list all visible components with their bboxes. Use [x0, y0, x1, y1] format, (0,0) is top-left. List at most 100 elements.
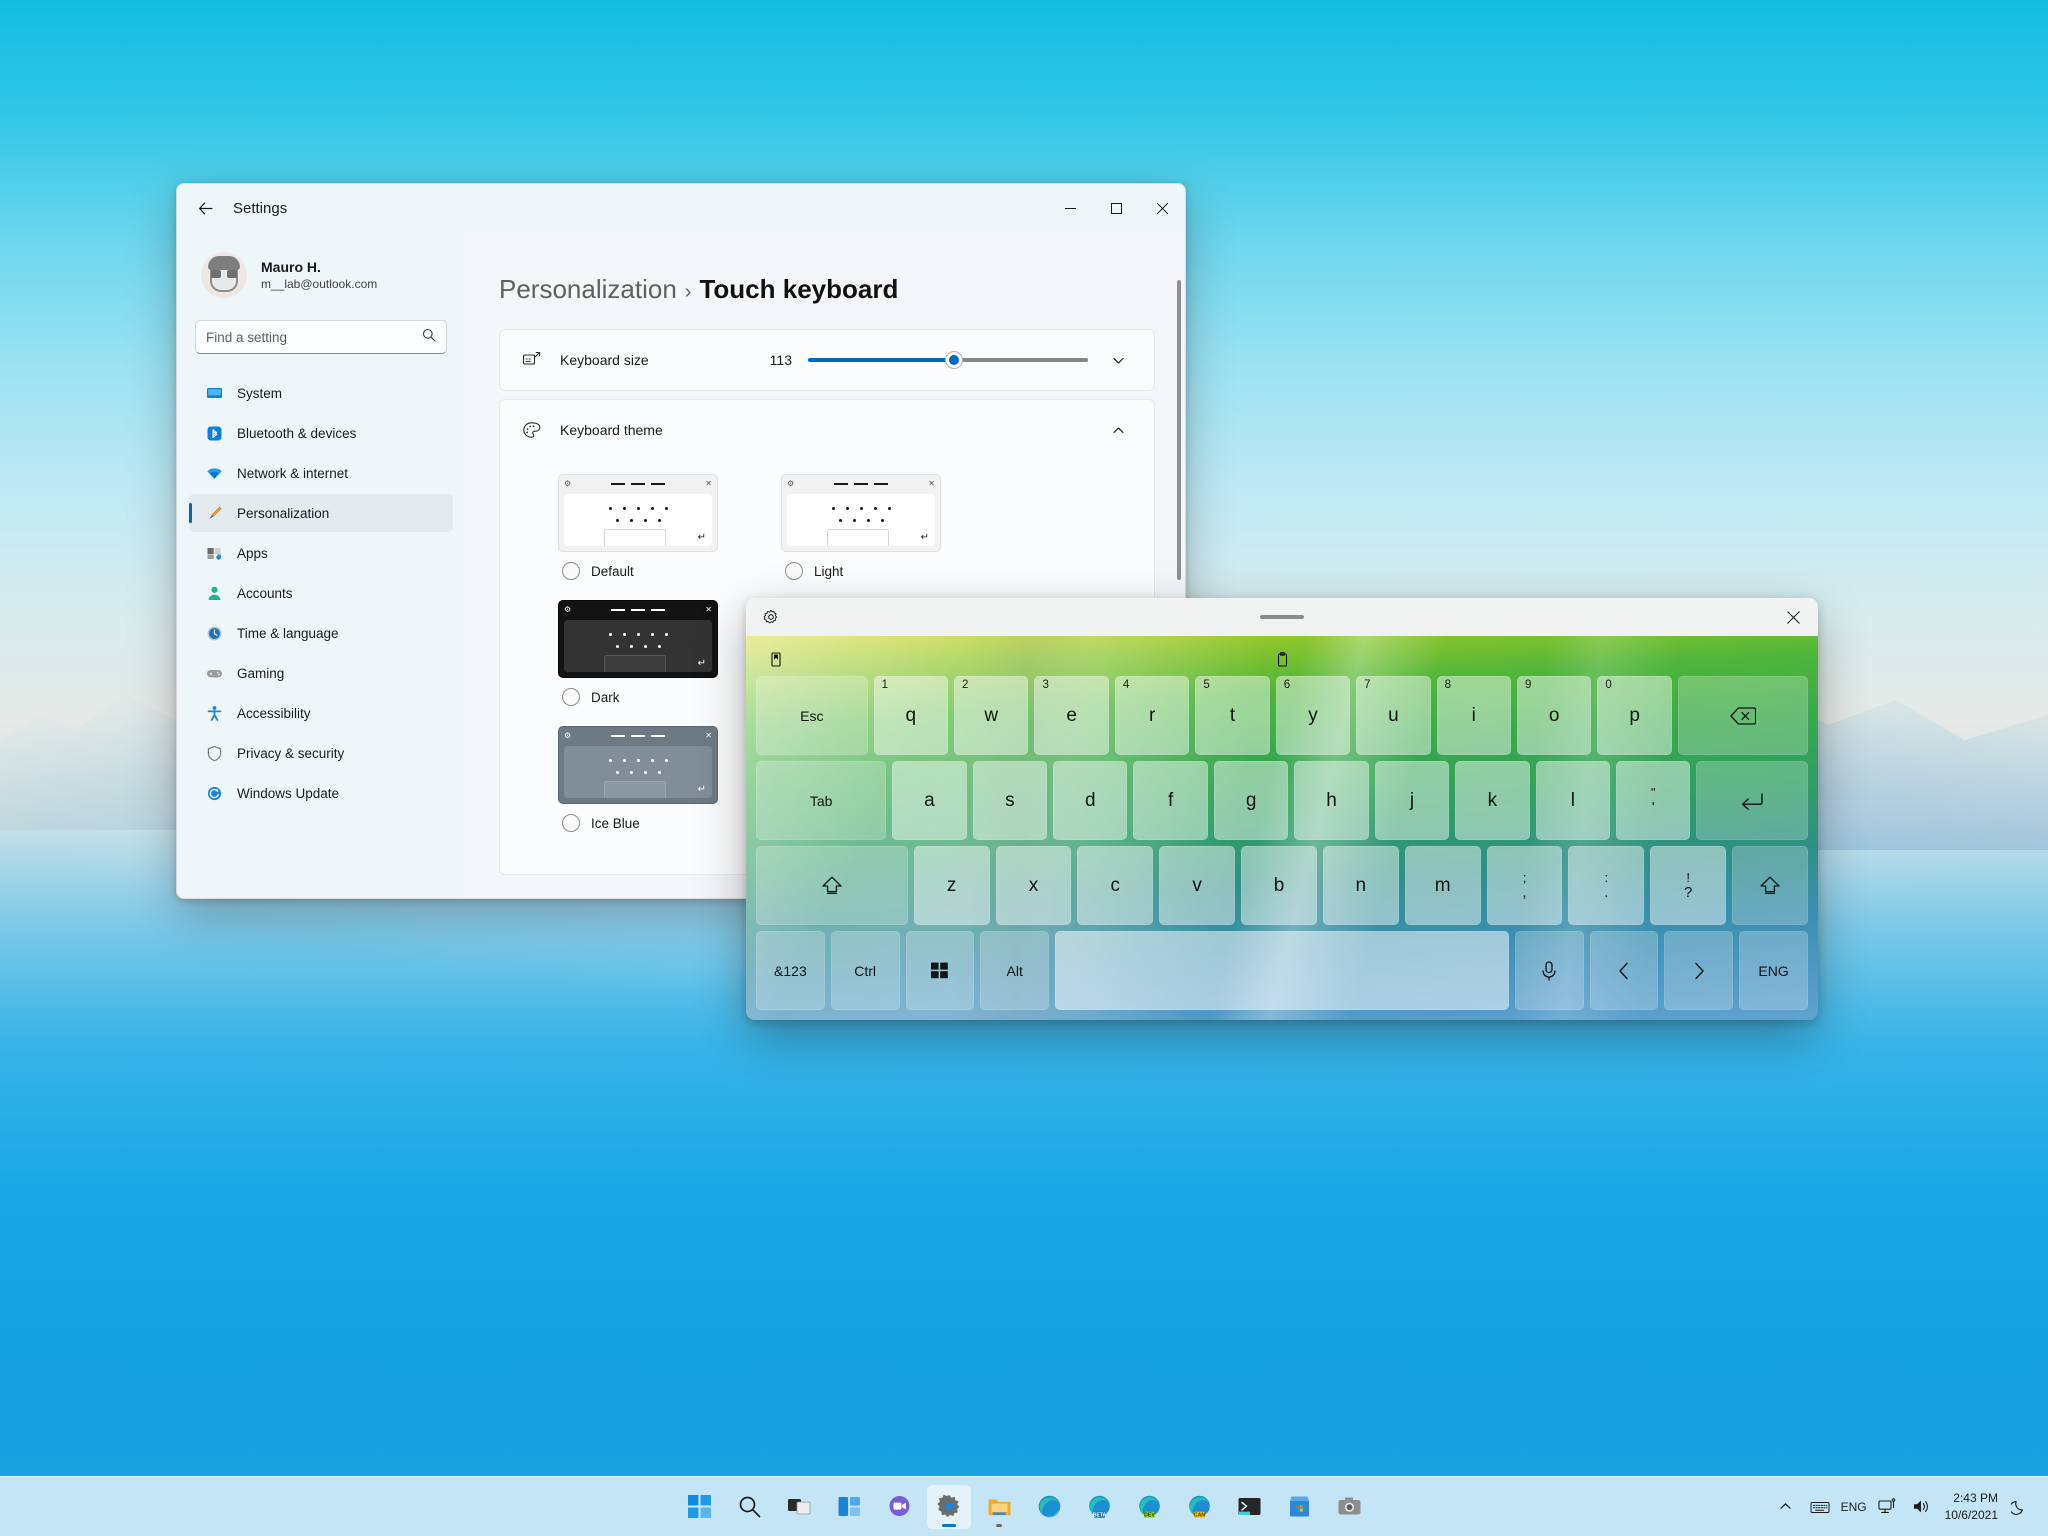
- key-microphone-icon[interactable]: [1514, 931, 1584, 1010]
- key-chevron-left-icon[interactable]: [1589, 931, 1659, 1010]
- key-w[interactable]: 2w: [954, 676, 1029, 755]
- theme-radio-light[interactable]: [785, 562, 803, 581]
- key-tab[interactable]: Tab: [756, 761, 887, 840]
- key-p[interactable]: 0p: [1597, 676, 1672, 755]
- key-g[interactable]: g: [1213, 761, 1289, 840]
- sidebar-item-gaming[interactable]: Gaming: [189, 654, 453, 692]
- camera-app-button[interactable]: [1327, 1485, 1371, 1529]
- key-alt[interactable]: Alt: [980, 931, 1050, 1010]
- keyboard-icon[interactable]: [1807, 1494, 1833, 1520]
- task-view-button[interactable]: [777, 1485, 821, 1529]
- chat-button[interactable]: [877, 1485, 921, 1529]
- key-i[interactable]: 8i: [1436, 676, 1511, 755]
- chevron-up-icon[interactable]: [1773, 1494, 1799, 1520]
- theme-option-iceblue[interactable]: ⚙ ✕ ↵ Ice Blue: [558, 726, 743, 833]
- theme-radio-row[interactable]: Default: [558, 562, 743, 581]
- edge-beta-button[interactable]: BETA: [1077, 1485, 1121, 1529]
- key-n[interactable]: n: [1322, 846, 1399, 925]
- search-button[interactable]: [727, 1485, 771, 1529]
- theme-preview-dark[interactable]: ⚙ ✕ ↵: [558, 600, 718, 679]
- key-m[interactable]: m: [1404, 846, 1481, 925]
- sidebar-item-network[interactable]: Network & internet: [189, 454, 453, 492]
- clipboard-icon[interactable]: [1269, 646, 1295, 672]
- key-backspace-icon[interactable]: [1677, 676, 1809, 755]
- theme-option-light[interactable]: ⚙ ✕ ↵ Light: [781, 474, 966, 581]
- volume-icon[interactable]: [1909, 1494, 1935, 1520]
- account-block[interactable]: Mauro H. m__lab@outlook.com: [189, 242, 453, 304]
- widgets-button[interactable]: [827, 1485, 871, 1529]
- search-input[interactable]: [206, 329, 422, 345]
- breadcrumb-parent[interactable]: Personalization: [499, 274, 677, 304]
- search-box[interactable]: [195, 320, 447, 354]
- key-k[interactable]: k: [1455, 761, 1530, 840]
- key-o[interactable]: 9o: [1517, 676, 1592, 755]
- start-button[interactable]: [677, 1485, 721, 1529]
- key-c[interactable]: c: [1077, 846, 1154, 925]
- keyboard-theme-row[interactable]: Keyboard theme: [500, 400, 1154, 460]
- key-shift-icon[interactable]: [756, 846, 908, 925]
- theme-preview-iceblue[interactable]: ⚙ ✕ ↵: [558, 726, 718, 805]
- key-l[interactable]: l: [1535, 761, 1611, 840]
- key-space[interactable]: [1055, 931, 1509, 1010]
- edge-canary-button[interactable]: CAN: [1177, 1485, 1221, 1529]
- content-scrollbar[interactable]: [1177, 280, 1181, 580]
- key-'[interactable]: " ': [1616, 761, 1691, 840]
- key-u[interactable]: 7u: [1356, 676, 1431, 755]
- key-q[interactable]: 1q: [873, 676, 949, 755]
- moon-icon[interactable]: [2006, 1494, 2032, 1520]
- gear-icon[interactable]: [758, 604, 784, 630]
- keyboard-size-row[interactable]: Keyboard size 113: [500, 330, 1154, 390]
- sidebar-item-system[interactable]: System: [189, 374, 453, 412]
- key-eng[interactable]: ENG: [1739, 931, 1808, 1010]
- slider-thumb[interactable]: [944, 351, 963, 370]
- drag-handle[interactable]: [1260, 615, 1304, 619]
- sidebar-item-bluetooth[interactable]: Bluetooth & devices: [189, 414, 453, 452]
- key-windows-icon[interactable]: [905, 931, 975, 1010]
- theme-radio-row[interactable]: Ice Blue: [558, 814, 743, 833]
- sidebar-item-privacy-security[interactable]: Privacy & security: [189, 734, 453, 772]
- key-.[interactable]: :.: [1568, 846, 1645, 925]
- edge-button[interactable]: [1027, 1485, 1071, 1529]
- key-z[interactable]: z: [913, 846, 990, 925]
- network-icon[interactable]: [1875, 1494, 1901, 1520]
- key-v[interactable]: v: [1159, 846, 1236, 925]
- sidebar-item-accessibility[interactable]: Accessibility: [189, 694, 453, 732]
- key-e[interactable]: 3e: [1034, 676, 1109, 755]
- edge-dev-button[interactable]: DEV: [1127, 1485, 1171, 1529]
- chevron-up-icon[interactable]: [1102, 414, 1134, 446]
- close-button[interactable]: [1139, 184, 1185, 232]
- key-j[interactable]: j: [1374, 761, 1450, 840]
- microsoft-store-button[interactable]: [1277, 1485, 1321, 1529]
- key-r[interactable]: 4r: [1114, 676, 1190, 755]
- sidebar-item-accounts[interactable]: Accounts: [189, 574, 453, 612]
- key-d[interactable]: d: [1053, 761, 1128, 840]
- minimize-button[interactable]: [1047, 184, 1093, 232]
- key-s[interactable]: s: [972, 761, 1048, 840]
- theme-radio-dark[interactable]: [562, 688, 580, 707]
- key-esc[interactable]: Esc: [756, 676, 868, 755]
- file-explorer-button[interactable]: [977, 1485, 1021, 1529]
- emoji-icon[interactable]: [764, 646, 790, 672]
- language-indicator[interactable]: ENG: [1841, 1494, 1867, 1520]
- theme-radio-iceblue[interactable]: [562, 814, 580, 833]
- key-a[interactable]: a: [892, 761, 967, 840]
- key-,[interactable]: ;,: [1486, 846, 1563, 925]
- back-arrow-icon[interactable]: [187, 192, 223, 224]
- chevron-down-icon[interactable]: [1102, 344, 1134, 376]
- terminal-button[interactable]: [1227, 1485, 1271, 1529]
- theme-radio-row[interactable]: Dark: [558, 688, 743, 707]
- settings-app-button[interactable]: [927, 1484, 971, 1529]
- key-ctrl[interactable]: Ctrl: [830, 931, 900, 1010]
- key-chevron-right-icon[interactable]: [1664, 931, 1734, 1010]
- theme-radio-default[interactable]: [562, 562, 580, 581]
- theme-option-dark[interactable]: ⚙ ✕ ↵ Dark: [558, 600, 743, 707]
- sidebar-item-apps[interactable]: Apps: [189, 534, 453, 572]
- key-t[interactable]: 5t: [1195, 676, 1270, 755]
- key-&123[interactable]: &123: [756, 931, 825, 1010]
- key-y[interactable]: 6y: [1275, 676, 1351, 755]
- close-icon[interactable]: [1780, 604, 1806, 630]
- key-shift-icon[interactable]: [1732, 846, 1808, 925]
- sidebar-item-windows-update[interactable]: Windows Update: [189, 774, 453, 812]
- clock[interactable]: 2:43 PM 10/6/2021: [1945, 1490, 1998, 1522]
- maximize-button[interactable]: [1093, 184, 1139, 232]
